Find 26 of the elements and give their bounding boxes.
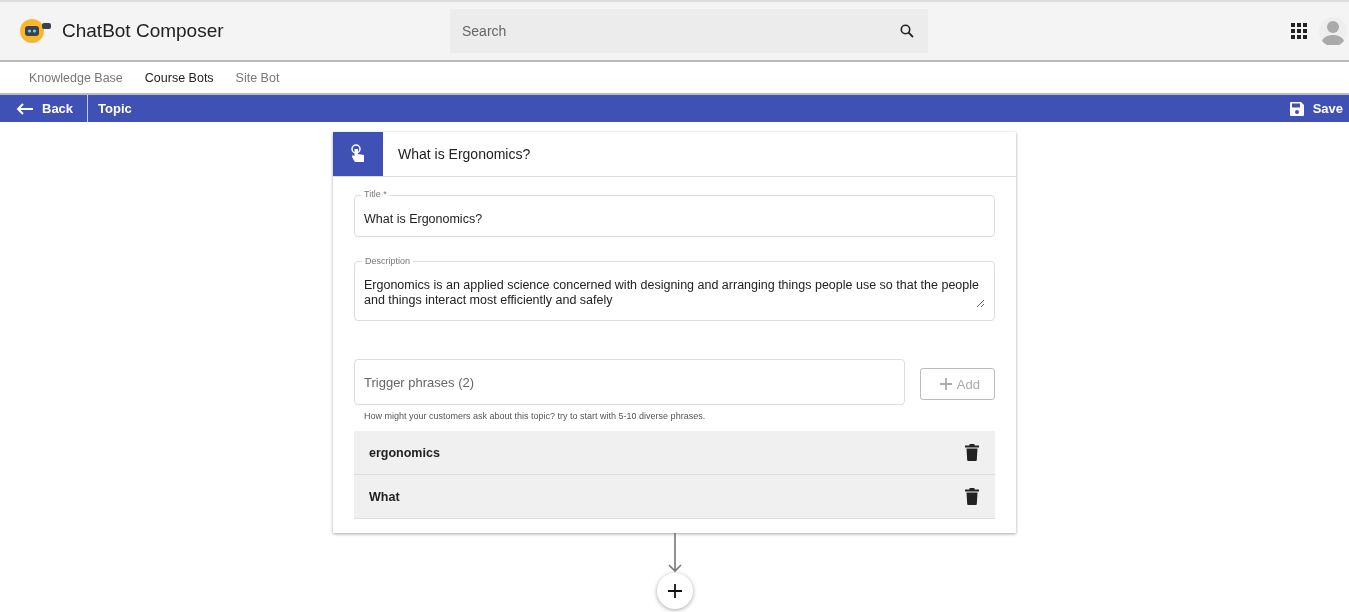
app-title: ChatBot Composer: [62, 20, 224, 42]
phrase-row: What: [354, 475, 995, 519]
tab[interactable]: Course Bots: [133, 70, 225, 85]
back-arrow-icon: [16, 102, 34, 115]
search-icon[interactable]: [900, 24, 914, 38]
trigger-phrase-field[interactable]: Trigger phrases (2): [354, 359, 905, 405]
plus-icon: [667, 584, 682, 598]
helper-text: How might your customers ask about this topic? try to start with 5-10 diverse phrases.: [363, 410, 707, 421]
plus-icon: [938, 377, 953, 391]
field-label: Description: [362, 256, 414, 266]
page-title: Topic: [97, 101, 132, 116]
apps-grid-icon[interactable]: [1291, 23, 1307, 39]
phrase-row: ergonomics: [354, 431, 995, 475]
tab[interactable]: Knowledge Base: [18, 70, 134, 85]
delete-icon[interactable]: [965, 488, 979, 505]
search-field[interactable]: Search: [450, 9, 928, 53]
back-button[interactable]: Back: [0, 95, 89, 122]
connector-arrow: [667, 533, 682, 573]
robot-logo-icon: [20, 19, 52, 43]
hand-pointer-icon: [350, 144, 366, 164]
save-button[interactable]: Save: [1288, 95, 1349, 122]
card-heading: What is Ergonomics?: [397, 146, 531, 162]
tab[interactable]: Site Bot: [224, 70, 291, 85]
delete-icon[interactable]: [965, 444, 979, 461]
field-label: Title *: [361, 189, 390, 199]
add-step-button[interactable]: [656, 573, 693, 609]
